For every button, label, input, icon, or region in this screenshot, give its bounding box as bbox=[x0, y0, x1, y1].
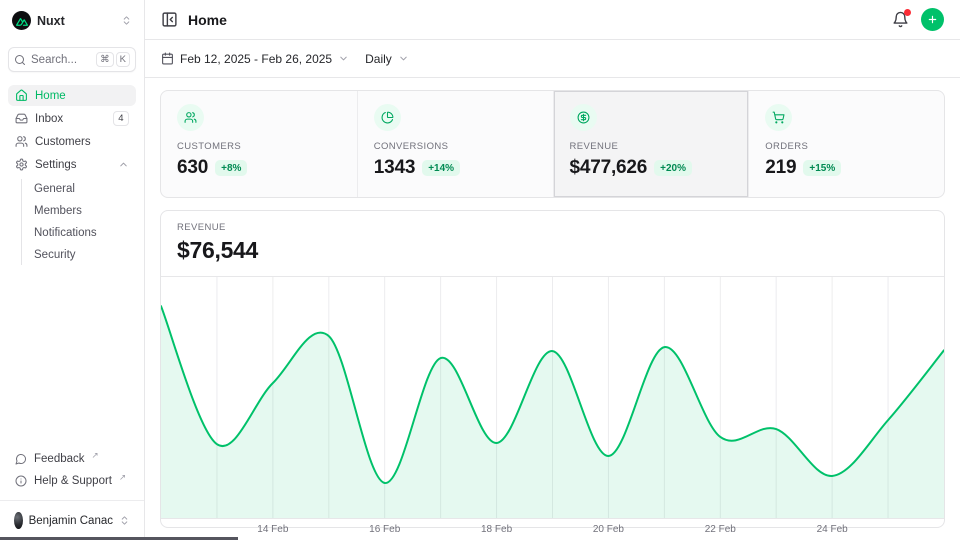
kbd-k: K bbox=[116, 52, 130, 67]
sidebar: Nuxt Search... ⌘ K Home Inbox 4 bbox=[0, 0, 145, 540]
x-tick-label: 18 Feb bbox=[481, 524, 512, 535]
settings-sub-list: General Members Notifications Security bbox=[21, 179, 136, 265]
stat-card-customers[interactable]: CUSTOMERS 630 +8% bbox=[161, 91, 357, 197]
search-placeholder: Search... bbox=[31, 54, 77, 66]
circle-dollar-icon bbox=[570, 104, 597, 131]
date-range-value: Feb 12, 2025 - Feb 26, 2025 bbox=[180, 52, 332, 66]
sidebar-item-members[interactable]: Members bbox=[22, 201, 136, 221]
sidebar-item-label: Inbox bbox=[35, 113, 63, 125]
x-tick-label: 20 Feb bbox=[593, 524, 624, 535]
chart-total-value: $76,544 bbox=[177, 237, 928, 264]
sidebar-nav: Home Inbox 4 Customers Settings Ge bbox=[8, 85, 136, 267]
workspace-switcher[interactable]: Nuxt bbox=[8, 8, 136, 33]
revenue-area-chart[interactable] bbox=[161, 276, 944, 519]
nuxt-logo-icon bbox=[12, 11, 31, 30]
page-header: Home bbox=[145, 0, 960, 40]
chevrons-up-down-icon bbox=[121, 15, 132, 26]
stats-row: CUSTOMERS 630 +8% CONVERSIONS 1343 +14% bbox=[160, 90, 945, 198]
chevron-up-icon bbox=[118, 159, 129, 170]
stat-change-badge: +14% bbox=[422, 160, 460, 176]
sidebar-item-label: Customers bbox=[35, 136, 91, 148]
notifications-bell-icon[interactable] bbox=[890, 9, 911, 30]
stat-change-badge: +20% bbox=[654, 160, 692, 176]
chart-header: REVENUE $76,544 bbox=[161, 211, 944, 276]
stat-card-revenue[interactable]: REVENUE $477,626 +20% bbox=[553, 91, 749, 197]
search-shortcut: ⌘ K bbox=[96, 52, 130, 67]
stat-label: REVENUE bbox=[570, 141, 733, 152]
search-input[interactable]: Search... ⌘ K bbox=[8, 47, 136, 72]
sidebar-item-notifications[interactable]: Notifications bbox=[22, 223, 136, 243]
x-tick-label: 14 Feb bbox=[257, 524, 288, 535]
stat-label: CUSTOMERS bbox=[177, 141, 341, 152]
chevrons-up-down-icon bbox=[119, 515, 130, 526]
chart-x-axis: 14 Feb16 Feb18 Feb20 Feb22 Feb24 Feb bbox=[161, 519, 944, 527]
sidebar-item-security[interactable]: Security bbox=[22, 245, 136, 265]
collapse-sidebar-icon[interactable] bbox=[161, 11, 178, 28]
pie-chart-icon bbox=[374, 104, 401, 131]
x-tick-label: 16 Feb bbox=[369, 524, 400, 535]
users-icon bbox=[177, 104, 204, 131]
sidebar-item-home[interactable]: Home bbox=[8, 85, 136, 106]
stat-value: $477,626 bbox=[570, 157, 648, 179]
page-title: Home bbox=[188, 12, 227, 28]
stat-value: 1343 bbox=[374, 157, 415, 179]
info-circle-icon bbox=[15, 475, 27, 487]
external-link-icon: ↗ bbox=[92, 449, 99, 463]
chevron-down-icon bbox=[398, 53, 409, 64]
dashboard-content: CUSTOMERS 630 +8% CONVERSIONS 1343 +14% bbox=[145, 78, 960, 540]
chart-label: REVENUE bbox=[177, 222, 928, 233]
user-menu[interactable]: Benjamin Canac bbox=[8, 509, 136, 532]
sidebar-item-label: Home bbox=[35, 90, 66, 102]
help-support-link[interactable]: Help & Support ↗ bbox=[8, 471, 136, 491]
workspace-name: Nuxt bbox=[37, 14, 65, 28]
sidebar-item-inbox[interactable]: Inbox 4 bbox=[8, 108, 136, 129]
external-link-icon: ↗ bbox=[119, 471, 126, 485]
inbox-icon bbox=[15, 112, 28, 125]
home-icon bbox=[15, 89, 28, 102]
date-range-picker[interactable]: Feb 12, 2025 - Feb 26, 2025 bbox=[161, 52, 349, 66]
search-icon bbox=[14, 54, 26, 66]
stat-card-conversions[interactable]: CONVERSIONS 1343 +14% bbox=[357, 91, 553, 197]
users-icon bbox=[15, 135, 28, 148]
divider bbox=[0, 500, 144, 501]
stat-value: 630 bbox=[177, 157, 208, 179]
shopping-cart-icon bbox=[765, 104, 792, 131]
x-tick-label: 22 Feb bbox=[705, 524, 736, 535]
revenue-chart-card: REVENUE $76,544 14 Feb16 Feb18 Feb20 Feb… bbox=[160, 210, 945, 528]
feedback-label: Feedback bbox=[34, 453, 85, 465]
stat-change-badge: +8% bbox=[215, 160, 247, 176]
inbox-count-badge: 4 bbox=[113, 111, 129, 126]
stat-label: CONVERSIONS bbox=[374, 141, 537, 152]
add-button[interactable] bbox=[921, 8, 944, 31]
feedback-link[interactable]: Feedback ↗ bbox=[8, 449, 136, 469]
stat-value: 219 bbox=[765, 157, 796, 179]
x-tick-label: 24 Feb bbox=[817, 524, 848, 535]
period-value: Daily bbox=[365, 52, 392, 66]
sidebar-item-customers[interactable]: Customers bbox=[8, 131, 136, 152]
gear-icon bbox=[15, 158, 28, 171]
header-actions bbox=[890, 8, 944, 31]
calendar-icon bbox=[161, 52, 174, 65]
chevron-down-icon bbox=[338, 53, 349, 64]
kbd-cmd: ⌘ bbox=[96, 52, 114, 67]
sidebar-footer: Feedback ↗ Help & Support ↗ Benjamin Can… bbox=[8, 449, 136, 532]
sidebar-item-label: Settings bbox=[35, 159, 77, 171]
message-circle-icon bbox=[15, 453, 27, 465]
stat-label: ORDERS bbox=[765, 141, 928, 152]
stat-change-badge: +15% bbox=[803, 160, 841, 176]
sidebar-item-settings[interactable]: Settings bbox=[8, 154, 136, 175]
help-support-label: Help & Support bbox=[34, 475, 112, 487]
filters-toolbar: Feb 12, 2025 - Feb 26, 2025 Daily bbox=[145, 40, 960, 78]
notification-dot bbox=[904, 9, 911, 16]
user-name: Benjamin Canac bbox=[29, 515, 113, 527]
stat-card-orders[interactable]: ORDERS 219 +15% bbox=[748, 91, 944, 197]
period-select[interactable]: Daily bbox=[365, 52, 409, 66]
avatar bbox=[14, 512, 23, 529]
main-area: Home Feb 12, 2025 - Feb 26, 2025 Daily bbox=[145, 0, 960, 540]
sidebar-item-general[interactable]: General bbox=[22, 179, 136, 199]
chart-svg bbox=[161, 277, 944, 518]
